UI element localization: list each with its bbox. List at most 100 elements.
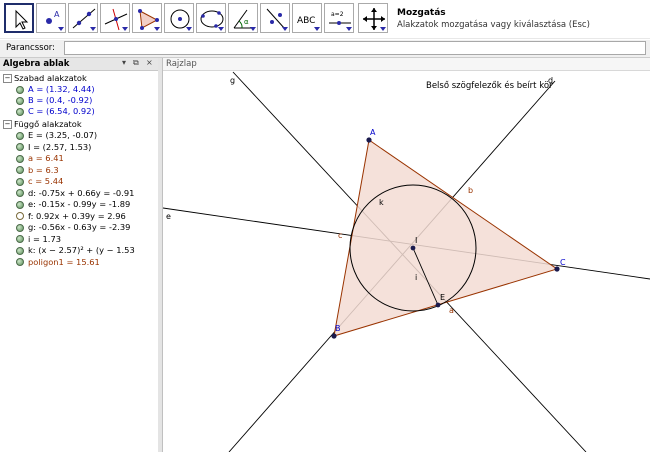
algebra-item-text: d: -0.75x + 0.66y = -0.91 bbox=[28, 187, 135, 198]
label-e: e bbox=[166, 212, 171, 221]
algebra-item-text: a = 6.41 bbox=[28, 153, 64, 163]
label-C: C bbox=[560, 258, 566, 267]
tool-line[interactable] bbox=[68, 3, 98, 33]
point-A[interactable] bbox=[366, 137, 372, 143]
algebra-item-text: i = 1.73 bbox=[28, 233, 62, 244]
tool-text[interactable]: ABC bbox=[292, 3, 322, 33]
svg-text:α: α bbox=[244, 18, 249, 26]
algebra-item-text: B = (0.4, -0.92) bbox=[28, 95, 93, 105]
algebra-item[interactable]: a = 6.41 bbox=[16, 153, 64, 164]
algebra-item[interactable]: i = 1.73 bbox=[16, 234, 61, 245]
view-menu-icon[interactable]: ▾ bbox=[122, 58, 126, 67]
tool-reflect[interactable] bbox=[260, 3, 290, 33]
label-k: k bbox=[379, 198, 384, 207]
label-c: c bbox=[338, 231, 342, 240]
label-a: a bbox=[449, 306, 454, 315]
close-icon[interactable]: × bbox=[146, 58, 153, 67]
folder-free-objects[interactable]: − Szabad alakzatok bbox=[3, 73, 87, 83]
algebra-view: Algebra ablak ▾ ⧉ × − Szabad alakzatok − F… bbox=[0, 58, 159, 452]
visibility-toggle-icon[interactable] bbox=[16, 107, 24, 116]
point-E[interactable] bbox=[435, 302, 441, 308]
label-b: b bbox=[468, 186, 473, 195]
svg-text:A: A bbox=[54, 10, 60, 19]
visibility-toggle-icon[interactable] bbox=[16, 258, 24, 266]
algebra-item[interactable]: e: -0.15x - 0.99y = -1.89 bbox=[16, 199, 130, 210]
active-tool-title: Mozgatás bbox=[397, 8, 446, 18]
algebra-item-text: I = (2.57, 1.53) bbox=[28, 141, 92, 152]
undock-icon[interactable]: ⧉ bbox=[133, 58, 139, 68]
algebra-item[interactable]: C = (6.54, 0.92) bbox=[16, 106, 95, 117]
label-i: i bbox=[415, 273, 417, 282]
algebra-item[interactable]: B = (0.4, -0.92) bbox=[16, 95, 92, 106]
folder-label: Szabad alakzatok bbox=[14, 73, 87, 83]
algebra-item[interactable]: k: (x − 2.57)² + (y − 1.53 bbox=[16, 245, 135, 256]
algebra-item-text: g: -0.56x - 0.63y = -2.39 bbox=[28, 222, 131, 232]
visibility-toggle-icon[interactable] bbox=[16, 235, 24, 243]
visibility-toggle-icon[interactable] bbox=[16, 166, 24, 174]
point-I[interactable] bbox=[410, 245, 416, 251]
algebra-item[interactable]: g: -0.56x - 0.63y = -2.39 bbox=[16, 222, 130, 233]
toolbar: A α ABC a=2 Mozgatás Alakzatok mozgatása… bbox=[0, 0, 650, 39]
tool-perpendicular[interactable] bbox=[100, 3, 130, 33]
algebra-item[interactable]: I = (2.57, 1.53) bbox=[16, 142, 91, 153]
drawing-canvas[interactable]: Belső szögfelezők és beírt kör A B C I E… bbox=[163, 58, 650, 452]
visibility-toggle-icon[interactable] bbox=[16, 246, 24, 255]
label-I: I bbox=[415, 236, 417, 245]
algebra-item-text: f: 0.92x + 0.39y = 2.96 bbox=[28, 210, 126, 221]
algebra-item-text: A = (1.32, 4.44) bbox=[28, 84, 95, 94]
visibility-toggle-icon[interactable] bbox=[16, 85, 24, 94]
point-C[interactable] bbox=[554, 266, 560, 272]
collapse-icon[interactable]: − bbox=[3, 120, 12, 129]
label-E: E bbox=[440, 293, 445, 302]
tool-slider[interactable]: a=2 bbox=[324, 3, 354, 33]
visibility-toggle-icon[interactable] bbox=[16, 131, 24, 140]
visibility-toggle-icon[interactable] bbox=[16, 96, 24, 105]
collapse-icon[interactable]: − bbox=[3, 74, 12, 83]
visibility-toggle-icon[interactable] bbox=[16, 177, 24, 186]
algebra-item[interactable]: A = (1.32, 4.44) bbox=[16, 84, 95, 95]
algebra-item-text: b = 6.3 bbox=[28, 164, 59, 175]
algebra-item-text: poligon1 = 15.61 bbox=[28, 256, 100, 267]
tool-circle[interactable] bbox=[164, 3, 194, 33]
tool-polygon[interactable] bbox=[132, 3, 162, 33]
svg-text:ABC: ABC bbox=[297, 16, 315, 26]
visibility-toggle-icon[interactable] bbox=[16, 143, 24, 151]
visibility-toggle-icon[interactable] bbox=[16, 200, 24, 209]
visibility-toggle-icon[interactable] bbox=[16, 212, 24, 220]
command-input[interactable] bbox=[64, 41, 646, 55]
label-A: A bbox=[370, 128, 376, 137]
label-d: d bbox=[548, 76, 553, 85]
input-label: Parancssor: bbox=[6, 43, 55, 53]
algebra-title: Algebra ablak bbox=[3, 59, 70, 69]
algebra-item[interactable]: poligon1 = 15.61 bbox=[16, 257, 100, 268]
folder-label: Függő alakzatok bbox=[14, 119, 82, 129]
tool-move[interactable] bbox=[4, 3, 34, 33]
visibility-toggle-icon[interactable] bbox=[16, 223, 24, 232]
visibility-toggle-icon[interactable] bbox=[16, 189, 24, 197]
tool-conic[interactable] bbox=[196, 3, 226, 33]
visibility-toggle-icon[interactable] bbox=[16, 154, 24, 163]
folder-dependent-objects[interactable]: − Függő alakzatok bbox=[3, 119, 82, 129]
tool-point[interactable]: A bbox=[36, 3, 66, 33]
caption-text: Belső szögfelezők és beírt kör bbox=[426, 80, 553, 91]
tool-angle[interactable]: α bbox=[228, 3, 258, 33]
algebra-header: Algebra ablak ▾ ⧉ × bbox=[0, 58, 158, 71]
algebra-item-text: k: (x − 2.57)² + (y − 1.53 bbox=[28, 245, 135, 255]
svg-text:a=2: a=2 bbox=[331, 11, 344, 18]
algebra-item[interactable]: b = 6.3 bbox=[16, 165, 59, 176]
algebra-item-text: E = (3.25, -0.07) bbox=[28, 130, 98, 140]
algebra-item[interactable]: c = 5.44 bbox=[16, 176, 63, 187]
polygon1[interactable] bbox=[333, 139, 559, 337]
input-bar: Parancssor: bbox=[0, 40, 650, 58]
tool-move-view[interactable] bbox=[358, 3, 388, 33]
algebra-item[interactable]: E = (3.25, -0.07) bbox=[16, 130, 97, 141]
algebra-item[interactable]: d: -0.75x + 0.66y = -0.91 bbox=[16, 188, 134, 199]
graphics-view[interactable]: Rajzlap Belső szögfelezők és beírt kör A… bbox=[163, 58, 650, 452]
algebra-item-text: c = 5.44 bbox=[28, 176, 64, 186]
label-g: g bbox=[230, 76, 235, 85]
label-B: B bbox=[335, 324, 341, 333]
algebra-item-text: C = (6.54, 0.92) bbox=[28, 106, 95, 116]
algebra-item[interactable]: f: 0.92x + 0.39y = 2.96 bbox=[16, 211, 126, 222]
active-tool-description: Alakzatok mozgatása vagy kiválasztása (E… bbox=[397, 20, 590, 30]
point-B[interactable] bbox=[331, 333, 337, 339]
